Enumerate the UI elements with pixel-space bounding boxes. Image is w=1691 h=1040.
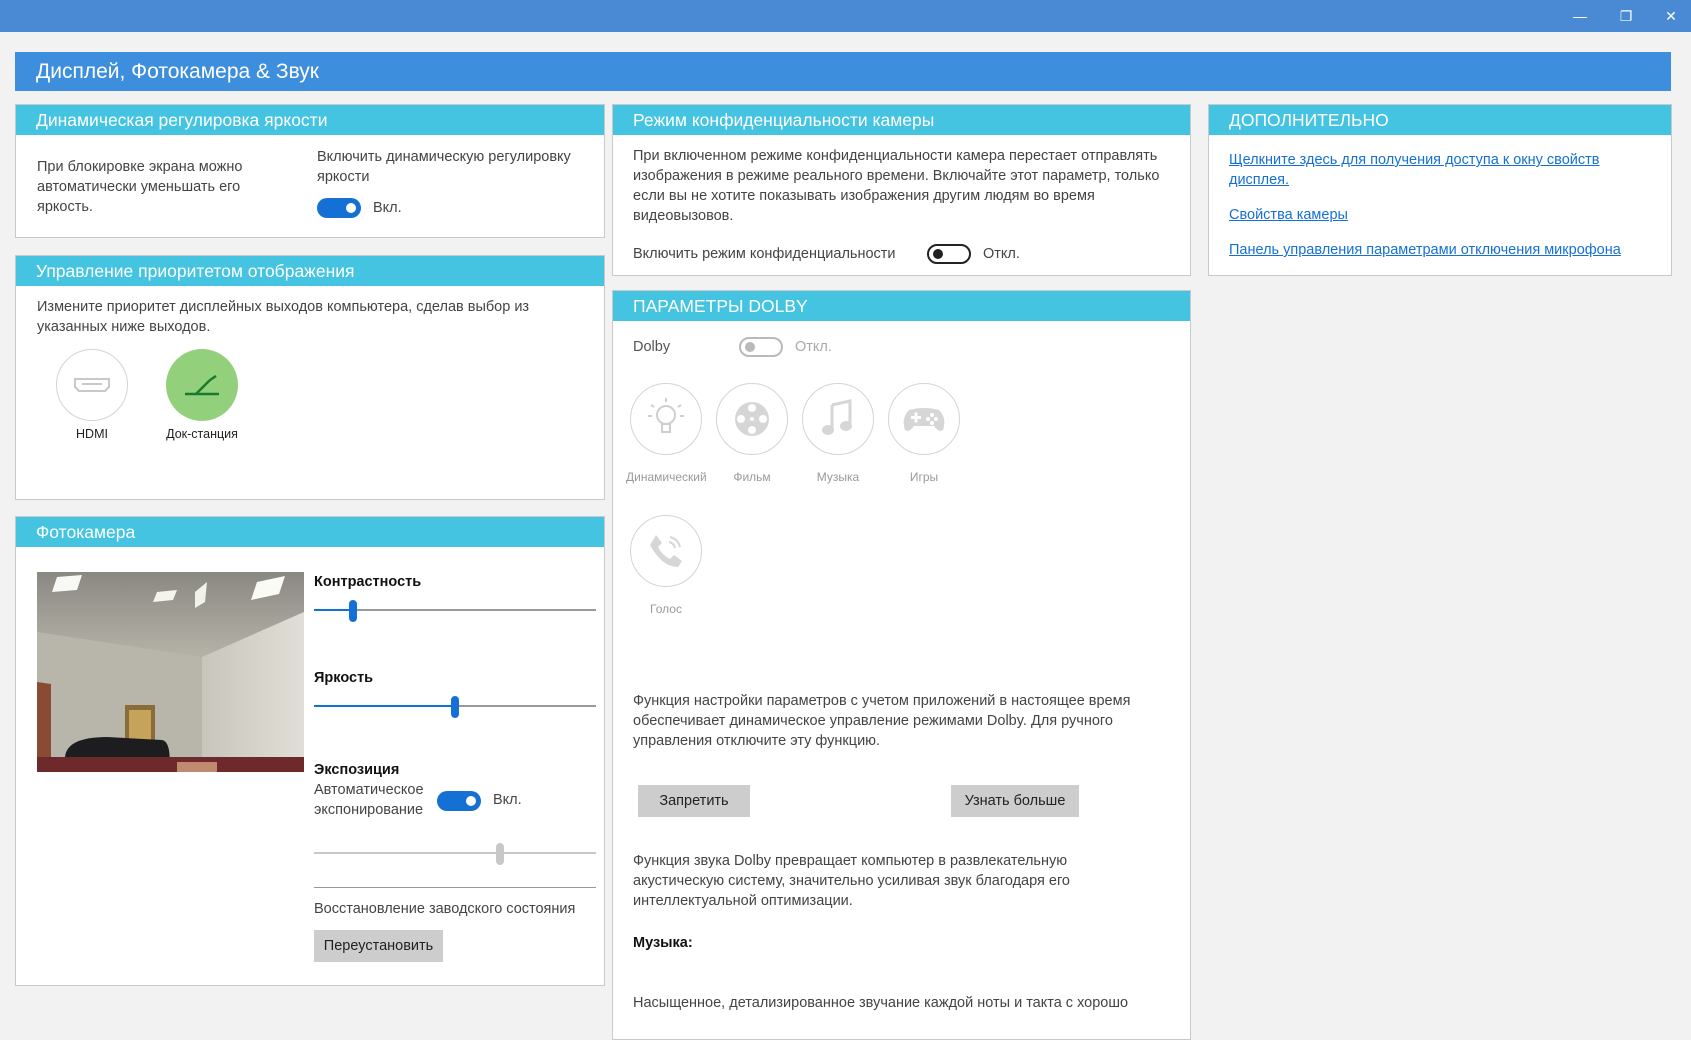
camera-panel: Фотокамера Контрастность Яркость Экспози… — [15, 516, 605, 986]
additional-panel: ДОПОЛНИТЕЛЬНО Щелкните здесь для получен… — [1208, 104, 1672, 276]
exposure-slider-track — [314, 852, 596, 854]
dolby-label: Dolby — [633, 339, 671, 355]
hdmi-label: HDMI — [76, 427, 108, 441]
restore-button[interactable]: ❐ — [1603, 0, 1649, 32]
dolby-app-aware-text: Функция настройки параметров с учетом пр… — [633, 693, 1131, 749]
film-reel-icon — [735, 402, 769, 436]
dolby-state: Откл. — [795, 339, 832, 355]
music-description: Насыщенное, детализированное звучание ка… — [633, 995, 1129, 1011]
display-priority-title: Управление приоритетом отображения — [16, 256, 604, 286]
close-button[interactable]: ✕ — [1648, 0, 1691, 32]
dolby-toggle[interactable] — [739, 337, 783, 357]
brightness-slider-fill — [314, 705, 455, 707]
privacy-state: Откл. — [983, 246, 1020, 262]
learn-more-button[interactable]: Узнать больше — [951, 785, 1079, 817]
display-properties-link[interactable]: Щелкните здесь для получения доступа к о… — [1229, 150, 1629, 190]
brightness-toggle[interactable] — [317, 198, 361, 218]
privacy-description: При включенном режиме конфиденциальности… — [633, 148, 1160, 224]
dolby-mode-dynamic-label: Динамический — [626, 470, 707, 484]
brightness-panel-title: Динамическая регулировка яркости — [16, 105, 604, 135]
music-heading: Музыка: — [633, 935, 693, 951]
dolby-mode-voice-label: Голос — [650, 602, 682, 616]
camera-divider — [314, 887, 596, 888]
reset-button[interactable]: Переустановить — [314, 930, 443, 962]
brightness-description: При блокировке экрана можно автоматическ… — [37, 159, 243, 215]
camera-brightness-slider[interactable] — [314, 696, 596, 718]
brightness-toggle-label: Включить динамическую регулировку яркост… — [317, 149, 571, 185]
minimize-icon: — — [1573, 8, 1587, 24]
reset-label: Восстановление заводского состояния — [314, 901, 576, 917]
dock-label: Док-станция — [166, 427, 238, 441]
gamepad-icon — [903, 408, 945, 431]
brightness-label: Яркость — [314, 670, 374, 686]
privacy-toggle[interactable] — [927, 244, 971, 264]
contrast-slider-fill — [314, 609, 353, 611]
dolby-mode-games[interactable] — [888, 383, 960, 455]
exposure-label: Экспозиция — [314, 762, 400, 778]
brightness-state: Вкл. — [373, 200, 402, 216]
privacy-toggle-label: Включить режим конфиденциальности — [633, 246, 896, 262]
dolby-mode-music[interactable] — [802, 383, 874, 455]
camera-panel-title: Фотокамера — [16, 517, 604, 547]
auto-exposure-toggle[interactable] — [437, 791, 481, 811]
contrast-label: Контрастность — [314, 574, 422, 590]
dock-output-button[interactable] — [166, 349, 238, 421]
dolby-panel: ПАРАМЕТРЫ DOLBY Dolby Откл. Динамический… — [612, 290, 1191, 1040]
brightness-panel: Динамическая регулировка яркости При бло… — [15, 104, 605, 238]
microphone-mute-settings-link[interactable]: Панель управления параметрами отключения… — [1229, 240, 1621, 260]
lightbulb-icon — [648, 398, 684, 433]
dolby-mode-dynamic[interactable] — [630, 383, 702, 455]
hdmi-icon — [74, 378, 110, 392]
close-icon: ✕ — [1665, 7, 1677, 24]
page-title: Дисплей, Фотокамера & Звук — [15, 52, 1671, 91]
restore-icon: ❐ — [1619, 7, 1633, 24]
dolby-mode-voice[interactable] — [630, 515, 702, 587]
privacy-panel: Режим конфиденциальности камеры При вклю… — [612, 104, 1191, 276]
privacy-panel-title: Режим конфиденциальности камеры — [613, 105, 1190, 135]
exposure-slider[interactable] — [314, 843, 596, 865]
deny-button[interactable]: Запретить — [638, 785, 750, 817]
hdmi-output-button[interactable] — [56, 349, 128, 421]
additional-panel-title: ДОПОЛНИТЕЛЬНО — [1209, 105, 1671, 135]
window-titlebar: — ❐ ✕ — [0, 0, 1691, 32]
brightness-slider-thumb[interactable] — [451, 696, 459, 718]
dolby-description: Функция звука Dolby превращает компьютер… — [633, 853, 1070, 909]
music-note-icon — [822, 399, 852, 435]
auto-exposure-state: Вкл. — [493, 792, 522, 808]
dolby-mode-film[interactable] — [716, 383, 788, 455]
auto-exposure-label: Автоматическое экспонирование — [314, 782, 424, 818]
contrast-slider[interactable] — [314, 600, 596, 622]
exposure-slider-thumb[interactable] — [496, 843, 504, 865]
dolby-mode-film-label: Фильм — [733, 470, 771, 484]
dolby-panel-title: ПАРАМЕТРЫ DOLBY — [613, 291, 1190, 321]
minimize-button[interactable]: — — [1557, 0, 1603, 32]
contrast-slider-thumb[interactable] — [349, 600, 357, 622]
camera-preview-image — [37, 572, 304, 772]
display-priority-panel: Управление приоритетом отображения Измен… — [15, 255, 605, 500]
dolby-mode-games-label: Игры — [909, 470, 939, 484]
dolby-mode-music-label: Музыка — [816, 470, 860, 484]
dock-icon — [185, 374, 219, 396]
phone-icon — [650, 535, 682, 567]
display-priority-description: Измените приоритет дисплейных выходов ко… — [37, 299, 530, 335]
camera-properties-link[interactable]: Свойства камеры — [1229, 205, 1348, 225]
